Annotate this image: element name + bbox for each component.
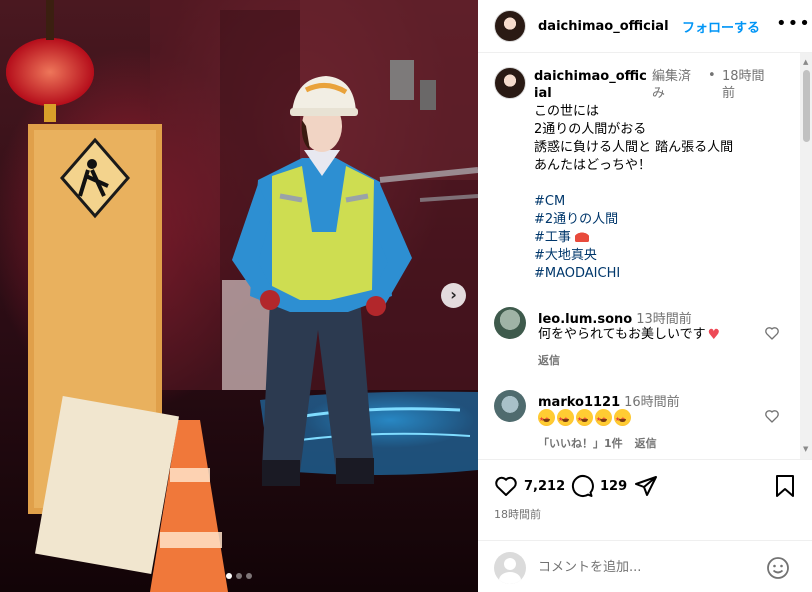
star-struck-emoji-icon: [557, 409, 574, 429]
carousel-dot-1: [226, 573, 232, 579]
next-media-button[interactable]: ›: [441, 283, 466, 308]
hashtag-link[interactable]: #工事: [534, 230, 571, 245]
caption-line: 誘惑に負ける人間と 踏ん張る人間: [534, 140, 734, 155]
comment-header: marko1121 16時間前: [538, 391, 680, 410]
post-timestamp[interactable]: 18時間前: [494, 506, 541, 522]
star-struck-emoji-icon: [538, 409, 555, 429]
bookmark-icon[interactable]: [774, 474, 796, 498]
caption-text: この世には 2通りの人間がおる 誘惑に負ける人間と 踏ん張る人間 あんたはどっち…: [534, 103, 794, 283]
hashtag-list: #CM #2通りの人間 #工事 #大地真央 #MAODAICHI: [534, 193, 794, 283]
scrollbar-thumb[interactable]: [803, 70, 810, 142]
hashtag-link[interactable]: #CM: [534, 194, 565, 209]
hardhat-emoji-icon: [574, 230, 589, 242]
caption-line: この世には: [534, 104, 600, 119]
carousel-dot-2: [236, 573, 242, 579]
comment-actions: 返信: [538, 352, 572, 368]
caption-avatar[interactable]: [494, 67, 526, 99]
post-photo: [6, 0, 478, 592]
comment-input[interactable]: [538, 557, 758, 577]
comments-count[interactable]: 129: [600, 479, 627, 494]
comment-item: leo.lum.sono 13時間前 何をやられてもお美しいです ♥ 返信: [494, 307, 794, 377]
post-side-panel: daichimao_official フォローする ••• daichimao_…: [478, 0, 812, 592]
reply-button[interactable]: 返信: [538, 354, 560, 367]
smiley-icon[interactable]: [766, 556, 790, 580]
likes-count[interactable]: 7,212: [524, 479, 565, 494]
caption-time[interactable]: 18時間前: [722, 68, 772, 102]
comment-text: 何をやられてもお美しいです ♥: [538, 326, 720, 344]
scroll-up-arrow-icon[interactable]: ▲: [803, 58, 808, 66]
comment-actions: 「いいね！」1件 返信: [538, 435, 669, 451]
comment-body: 何をやられてもお美しいです: [538, 327, 706, 342]
comment-time[interactable]: 13時間前: [636, 312, 692, 327]
carousel-dot-3: [246, 573, 252, 579]
post-media[interactable]: ›: [0, 0, 478, 592]
star-struck-emoji-icon: [576, 409, 593, 429]
caption-username[interactable]: daichimao_official: [534, 68, 650, 102]
caption-line: あんたはどっちや！: [534, 158, 652, 173]
header-username[interactable]: daichimao_official: [538, 19, 669, 34]
comment-bubble-icon[interactable]: [570, 474, 594, 498]
comment-time[interactable]: 16時間前: [624, 395, 680, 410]
red-heart-emoji-icon: ♥: [707, 327, 721, 343]
comment-avatar[interactable]: [494, 307, 526, 339]
reply-button[interactable]: 返信: [635, 437, 657, 450]
star-struck-emoji-icon: [614, 409, 631, 429]
add-comment-bar: [478, 540, 812, 592]
comment-username[interactable]: leo.lum.sono: [538, 312, 632, 327]
post-header: daichimao_official フォローする •••: [478, 0, 812, 53]
current-user-avatar: [494, 552, 526, 584]
post-footer: 7,212 129 18時間前: [478, 459, 812, 592]
star-struck-emoji-icon: [595, 409, 612, 429]
carousel-dots: [0, 573, 478, 579]
caption-separator: •: [708, 68, 716, 83]
comment-likes-count[interactable]: 「いいね！」1件: [538, 437, 623, 450]
header-avatar[interactable]: [494, 10, 526, 42]
action-bar: 7,212 129: [494, 474, 796, 500]
comment-like-heart-icon[interactable]: [764, 408, 780, 424]
hashtag-link[interactable]: #MAODAICHI: [534, 266, 620, 281]
ellipsis-icon[interactable]: •••: [776, 15, 811, 33]
follow-button[interactable]: フォローする: [682, 17, 760, 36]
like-heart-icon[interactable]: [494, 474, 518, 498]
scroll-down-arrow-icon[interactable]: ▼: [803, 445, 808, 453]
comment-header: leo.lum.sono 13時間前: [538, 308, 692, 327]
share-paper-plane-icon[interactable]: [634, 474, 658, 498]
comment-text: [538, 409, 633, 429]
hashtag-link[interactable]: #大地真央: [534, 248, 597, 263]
comment-avatar[interactable]: [494, 390, 526, 422]
hashtag-link[interactable]: #2通りの人間: [534, 212, 618, 227]
comment-item: marko1121 16時間前 「いいね！」1件返信: [494, 390, 794, 459]
comments-list[interactable]: daichimao_official 編集済み • 18時間前 この世には 2通…: [478, 53, 812, 459]
comment-like-heart-icon[interactable]: [764, 325, 780, 341]
caption-line: 2通りの人間がおる: [534, 122, 647, 137]
edited-label: 編集済み: [652, 69, 692, 101]
comment-username[interactable]: marko1121: [538, 395, 620, 410]
